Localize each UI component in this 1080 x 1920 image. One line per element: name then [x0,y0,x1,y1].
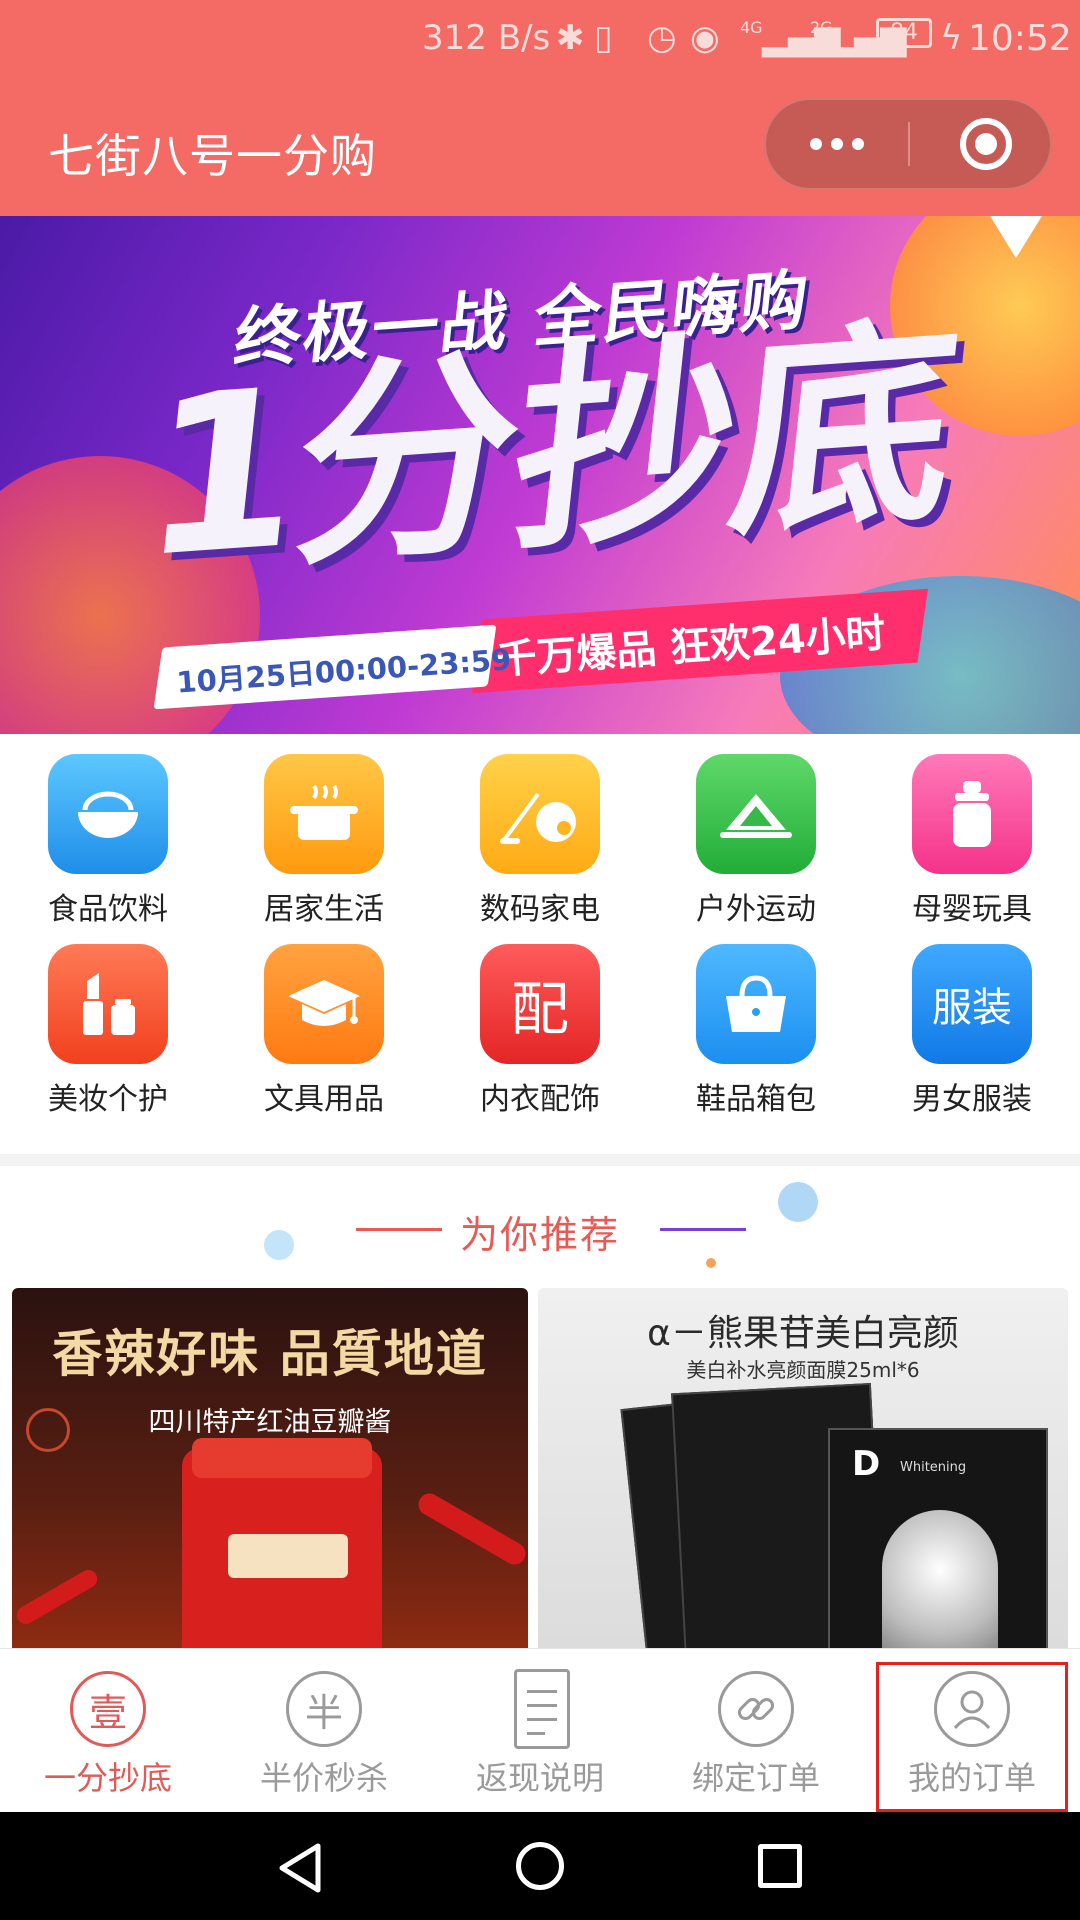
link-icon [718,1671,794,1747]
category-baby[interactable]: 母婴玩具 [864,734,1080,927]
dot-icon [810,138,822,150]
category-food[interactable]: 食品饮料 [0,734,216,927]
clothing-text-icon: 服装 [912,944,1032,1064]
tab-label: 一分抄底 [43,1759,172,1797]
network-speed: 312 B/s [422,18,551,58]
category-label: 美妆个护 [48,1082,168,1117]
category-label: 男女服装 [912,1082,1032,1117]
home-icon[interactable] [516,1842,564,1890]
close-mini-program-button[interactable] [960,118,1012,170]
category-bags[interactable]: 鞋品箱包 [648,924,864,1117]
cooking-pot-icon [264,754,384,874]
category-home[interactable]: 居家生活 [216,734,432,927]
capsule-divider [908,122,910,166]
category-label: 内衣配饰 [480,1082,600,1117]
page-title: 七街八号一分购 [48,129,377,183]
promo-banner[interactable]: 终极一战 全民嗨购 1分抄底 千万爆品 狂欢24小时 10月25日00:00-2… [0,216,1080,734]
pack-text: Whitening [900,1460,967,1475]
tab-bind-order[interactable]: 绑定订单 [648,1649,864,1813]
product-image-subtitle: 美白补水亮颜面膜25ml*6 [686,1358,920,1382]
mask-pack-front-image: D Whitening [828,1428,1048,1648]
app-header: 312 B/s ✱ ▯ ◷ ◉ 4G ▂▄▆ 2G ▂▄▆ 84 ϟ 10:52… [0,0,1080,216]
alarm-icon: ◷ [647,18,677,58]
category-grid: 食品饮料 居家生活 数码家电 户外运动 母婴玩具 美妆个护 文具用品 配 内衣配… [0,734,1080,1154]
jar-label-image [228,1534,348,1578]
chili-pepper-image [13,1566,101,1628]
category-underwear[interactable]: 配 内衣配饰 [432,924,648,1117]
category-label: 文具用品 [264,1082,384,1117]
vacuum-cleaner-icon [480,754,600,874]
title-bar: 七街八号一分购 [0,76,1080,216]
tab-half-price[interactable]: 半 半价秒杀 [216,1649,432,1813]
back-icon[interactable] [276,1842,324,1898]
product-graphic [882,1510,998,1648]
vibrate-icon: ▯ [594,18,613,58]
banner-main-title: 1分抄底 [132,295,965,607]
product-image-subtitle: 四川特产红油豆瓣酱 [148,1407,392,1438]
category-label: 居家生活 [264,892,384,927]
product-card[interactable]: α－熊果苷美白亮颜 美白补水亮颜面膜25ml*6 D Whitening [538,1288,1068,1648]
brand-logo: D [852,1444,881,1484]
battery-icon: 84 [876,18,932,48]
tab-label: 半价秒杀 [259,1759,388,1797]
category-label: 鞋品箱包 [696,1082,816,1117]
yi-circle-icon: 壹 [70,1671,146,1747]
charging-icon: ϟ [940,18,963,58]
dot-icon [852,138,864,150]
handbag-icon [696,944,816,1064]
decor-dot [706,1258,716,1268]
tab-label: 返现说明 [475,1759,604,1797]
pei-character-icon: 配 [480,944,600,1064]
chili-pepper-image [414,1489,528,1569]
more-button[interactable] [766,100,908,188]
tab-one-cent[interactable]: 壹 一分抄底 [0,1649,216,1813]
category-beauty[interactable]: 美妆个护 [0,924,216,1117]
eye-icon: ◉ [690,18,720,58]
category-digital[interactable]: 数码家电 [432,734,648,927]
bluetooth-icon: ✱ [556,18,585,58]
ban-circle-icon: 半 [286,1671,362,1747]
highlight-box [876,1662,1068,1812]
category-label: 母婴玩具 [912,892,1032,927]
dot-icon [831,138,843,150]
rice-bowl-icon [48,754,168,874]
status-bar: 312 B/s ✱ ▯ ◷ ◉ 4G ▂▄▆ 2G ▂▄▆ 84 ϟ 10:52 [0,0,1080,76]
category-label: 数码家电 [480,892,600,927]
product-image-title: 香辣好味 品質地道 [52,1324,488,1383]
lipstick-icon [48,944,168,1064]
tent-icon [696,754,816,874]
product-card[interactable]: 香辣好味 品質地道 四川特产红油豆瓣酱 [12,1288,528,1648]
graduation-cap-icon [264,944,384,1064]
mini-program-capsule [764,98,1052,190]
section-divider [0,1154,1080,1166]
category-label: 户外运动 [696,892,816,927]
recommend-title: 为你推荐 [459,1213,620,1257]
tab-cashback-info[interactable]: 返现说明 [432,1649,648,1813]
android-nav-bar [0,1812,1080,1920]
category-label: 食品饮料 [48,892,168,927]
category-stationery[interactable]: 文具用品 [216,924,432,1117]
network-type-1: 4G [740,18,763,37]
recent-apps-icon[interactable] [758,1844,802,1888]
category-outdoor[interactable]: 户外运动 [648,734,864,927]
jar-lid-image [192,1438,372,1478]
clock: 10:52 [968,18,1072,59]
recommend-header: 为你推荐 [0,1166,1080,1288]
category-clothing[interactable]: 服装 男女服装 [864,924,1080,1117]
banner-corner-triangle [990,216,1042,258]
tab-label: 绑定订单 [691,1759,820,1797]
baby-bottle-icon [912,754,1032,874]
product-image-title: α－熊果苷美白亮颜 [647,1313,959,1354]
document-icon [514,1669,570,1749]
